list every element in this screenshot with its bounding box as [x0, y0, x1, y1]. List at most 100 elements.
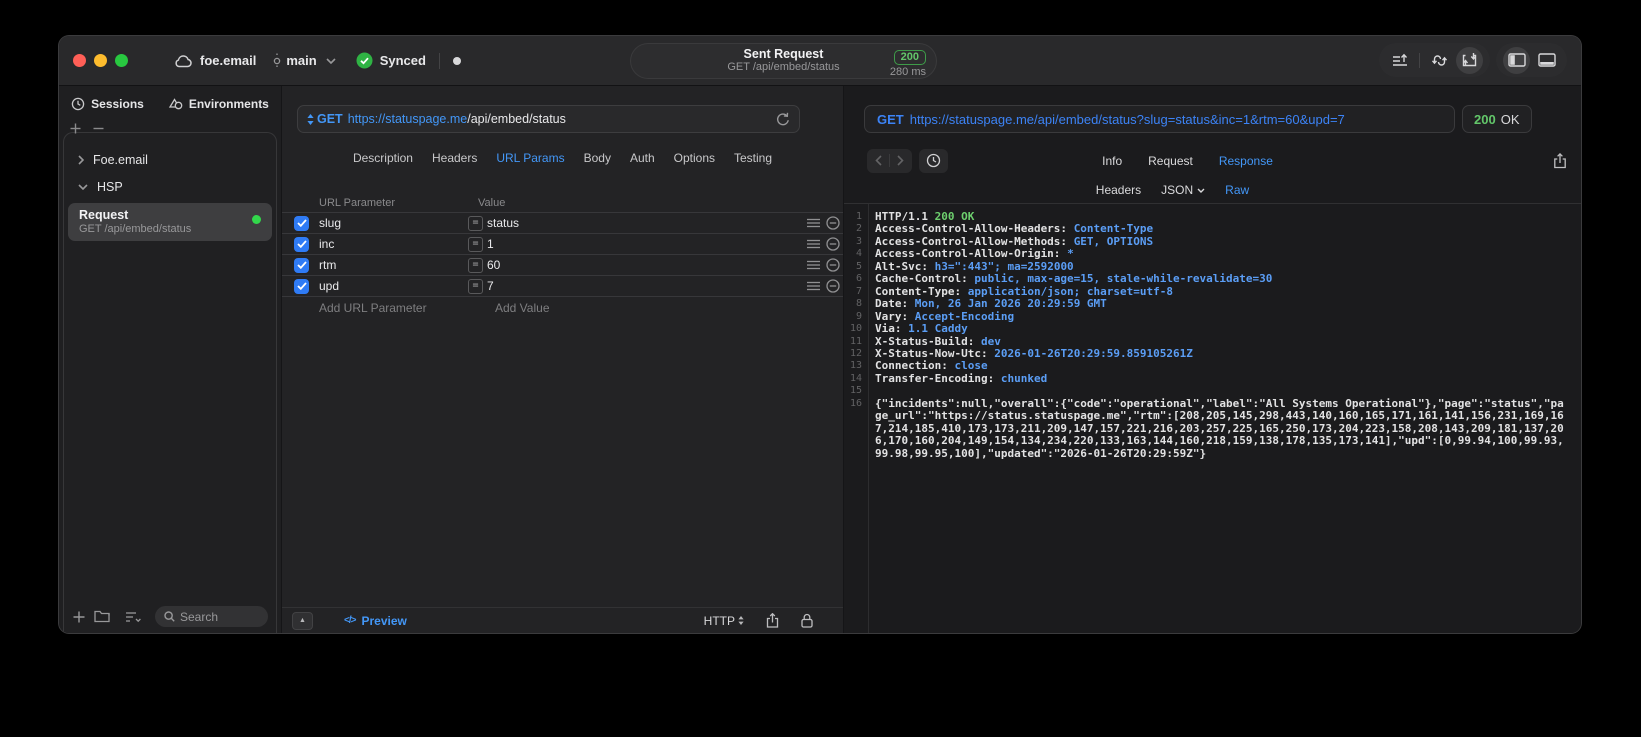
minimize-button[interactable] — [94, 54, 107, 67]
tab-body[interactable]: Body — [584, 151, 611, 165]
line-number: 8 — [855, 298, 862, 310]
tree-item-foe-email[interactable]: Foe.email — [64, 146, 276, 173]
tab-request[interactable]: Request — [1148, 154, 1193, 168]
param-name-field[interactable]: slug — [319, 216, 468, 230]
subtab-raw[interactable]: Raw — [1225, 183, 1249, 197]
param-checkbox[interactable] — [294, 278, 309, 294]
response-panel: GET https://statuspage.me/api/embed/stat… — [844, 86, 1581, 633]
tree-item-hsp[interactable]: HSP — [64, 173, 276, 200]
subtab-json[interactable]: JSON — [1161, 183, 1205, 197]
sync-requests-button[interactable] — [1426, 47, 1453, 74]
zoom-button[interactable] — [115, 54, 128, 67]
tab-auth[interactable]: Auth — [630, 151, 655, 165]
equals-icon: = — [468, 215, 483, 231]
request-active-dot — [252, 215, 261, 224]
tab-environments[interactable]: Environments — [168, 97, 269, 111]
header-value: h3=":443"; ma=2592000 — [934, 259, 1074, 273]
request-url-bar[interactable]: GET https://statuspage.me/api/embed/stat… — [297, 105, 800, 133]
sent-request-line[interactable]: GET https://statuspage.me/api/embed/stat… — [864, 105, 1455, 133]
param-value-field[interactable]: status — [487, 216, 807, 230]
tab-info[interactable]: Info — [1102, 154, 1122, 168]
method-selector[interactable]: GET — [307, 112, 343, 126]
header-value: GET, OPTIONS — [1073, 234, 1154, 248]
remove-param-button[interactable] — [826, 237, 840, 251]
response-tabs: Info Request Response — [819, 154, 1556, 168]
line-number: 15 — [849, 385, 862, 397]
response-body: 1 HTTP/1.1 200 OK 2 Access-Control-Allow-H… — [844, 204, 1581, 633]
tab-testing[interactable]: Testing — [734, 151, 772, 165]
drag-handle-icon[interactable] — [807, 260, 820, 270]
updown-arrows-icon — [738, 616, 744, 625]
row-actions — [807, 237, 840, 251]
param-name-field[interactable]: rtm — [319, 258, 468, 272]
tab-sessions[interactable]: Sessions — [71, 97, 144, 111]
col-url-parameter: URL Parameter — [319, 196, 396, 209]
share-request-button[interactable] — [766, 613, 779, 628]
toggle-bottom-panel-button[interactable] — [1533, 47, 1560, 74]
url-field[interactable]: https://statuspage.me/api/embed/status — [348, 110, 566, 128]
request-panel: GET https://statuspage.me/api/embed/stat… — [282, 86, 844, 633]
request-tabs: Description Headers URL Params Body Auth… — [282, 144, 843, 172]
remove-param-button[interactable] — [826, 216, 840, 230]
param-row: upd = 7 — [282, 275, 843, 296]
remove-param-button[interactable] — [826, 279, 840, 293]
tab-response[interactable]: Response — [1219, 154, 1273, 168]
close-button[interactable] — [73, 54, 86, 67]
tab-description[interactable]: Description — [353, 151, 413, 165]
status-value: 200 OK — [934, 210, 975, 223]
add-folder-button[interactable] — [94, 610, 110, 623]
toggle-sidebar-button[interactable] — [1503, 46, 1530, 74]
expand-panel-button[interactable]: ▲ — [292, 611, 313, 630]
drag-handle-icon[interactable] — [807, 281, 820, 291]
param-checkbox[interactable] — [294, 215, 309, 231]
response-subtabs: Headers JSON Raw — [844, 177, 1581, 204]
response-status-box: 200 OK — [1462, 105, 1532, 133]
request-duration: 280 ms — [889, 66, 926, 78]
clock-icon — [71, 97, 85, 111]
remove-param-button[interactable] — [826, 258, 840, 272]
param-row: slug = status — [282, 212, 843, 233]
branch-selector[interactable]: main — [272, 53, 336, 69]
add-param-field[interactable]: Add URL Parameter — [319, 301, 478, 315]
header-name: Content-Type: — [875, 284, 968, 298]
request-list-item-selected[interactable]: Request GET /api/embed/status — [68, 203, 272, 241]
add-session-button[interactable] — [70, 123, 81, 134]
remove-session-button[interactable] — [93, 123, 104, 134]
drag-handle-icon[interactable] — [807, 239, 820, 249]
sort-filter-button[interactable] — [125, 611, 142, 623]
header-value: 1.1 Caddy — [908, 322, 968, 336]
search-input[interactable]: Search — [155, 606, 268, 627]
lock-icon[interactable] — [801, 613, 813, 628]
equals-icon: = — [468, 278, 483, 294]
param-name-field[interactable]: upd — [319, 279, 468, 293]
param-checkbox[interactable] — [294, 236, 309, 252]
tree-item-label: Foe.email — [93, 152, 148, 167]
resend-request-button[interactable] — [776, 112, 790, 127]
add-value-field[interactable]: Add Value — [495, 301, 550, 315]
param-value-field[interactable]: 1 — [487, 237, 807, 251]
request-item-subtitle: GET /api/embed/status — [79, 223, 192, 235]
chevron-down-icon — [326, 57, 336, 64]
param-name-field[interactable]: inc — [319, 237, 468, 251]
request-status-pill[interactable]: Sent Request GET /api/embed/status 200 2… — [631, 44, 936, 78]
import-list-button[interactable] — [1386, 47, 1413, 74]
import-export-button[interactable] — [1456, 46, 1483, 74]
tab-headers[interactable]: Headers — [432, 151, 477, 165]
param-value-field[interactable]: 7 — [487, 279, 807, 293]
drag-handle-icon[interactable] — [807, 218, 820, 228]
preview-button[interactable]: </> Preview — [344, 614, 407, 628]
subtab-headers[interactable]: Headers — [1096, 183, 1141, 197]
line-number: 11 — [849, 335, 862, 347]
url-host: https://statuspage.me — [347, 112, 468, 126]
param-value-field[interactable]: 60 — [487, 258, 807, 272]
tab-url-params[interactable]: URL Params — [496, 151, 564, 165]
project-menu[interactable]: foe.email — [174, 53, 256, 68]
tab-options[interactable]: Options — [674, 151, 715, 165]
request-item-title: Request — [79, 208, 129, 222]
param-row: inc = 1 — [282, 233, 843, 254]
sync-status[interactable]: Synced — [356, 52, 426, 69]
protocol-selector[interactable]: HTTP — [704, 614, 744, 628]
line-number: 3 — [855, 235, 862, 247]
param-checkbox[interactable] — [294, 257, 309, 273]
add-request-button[interactable] — [73, 611, 85, 623]
